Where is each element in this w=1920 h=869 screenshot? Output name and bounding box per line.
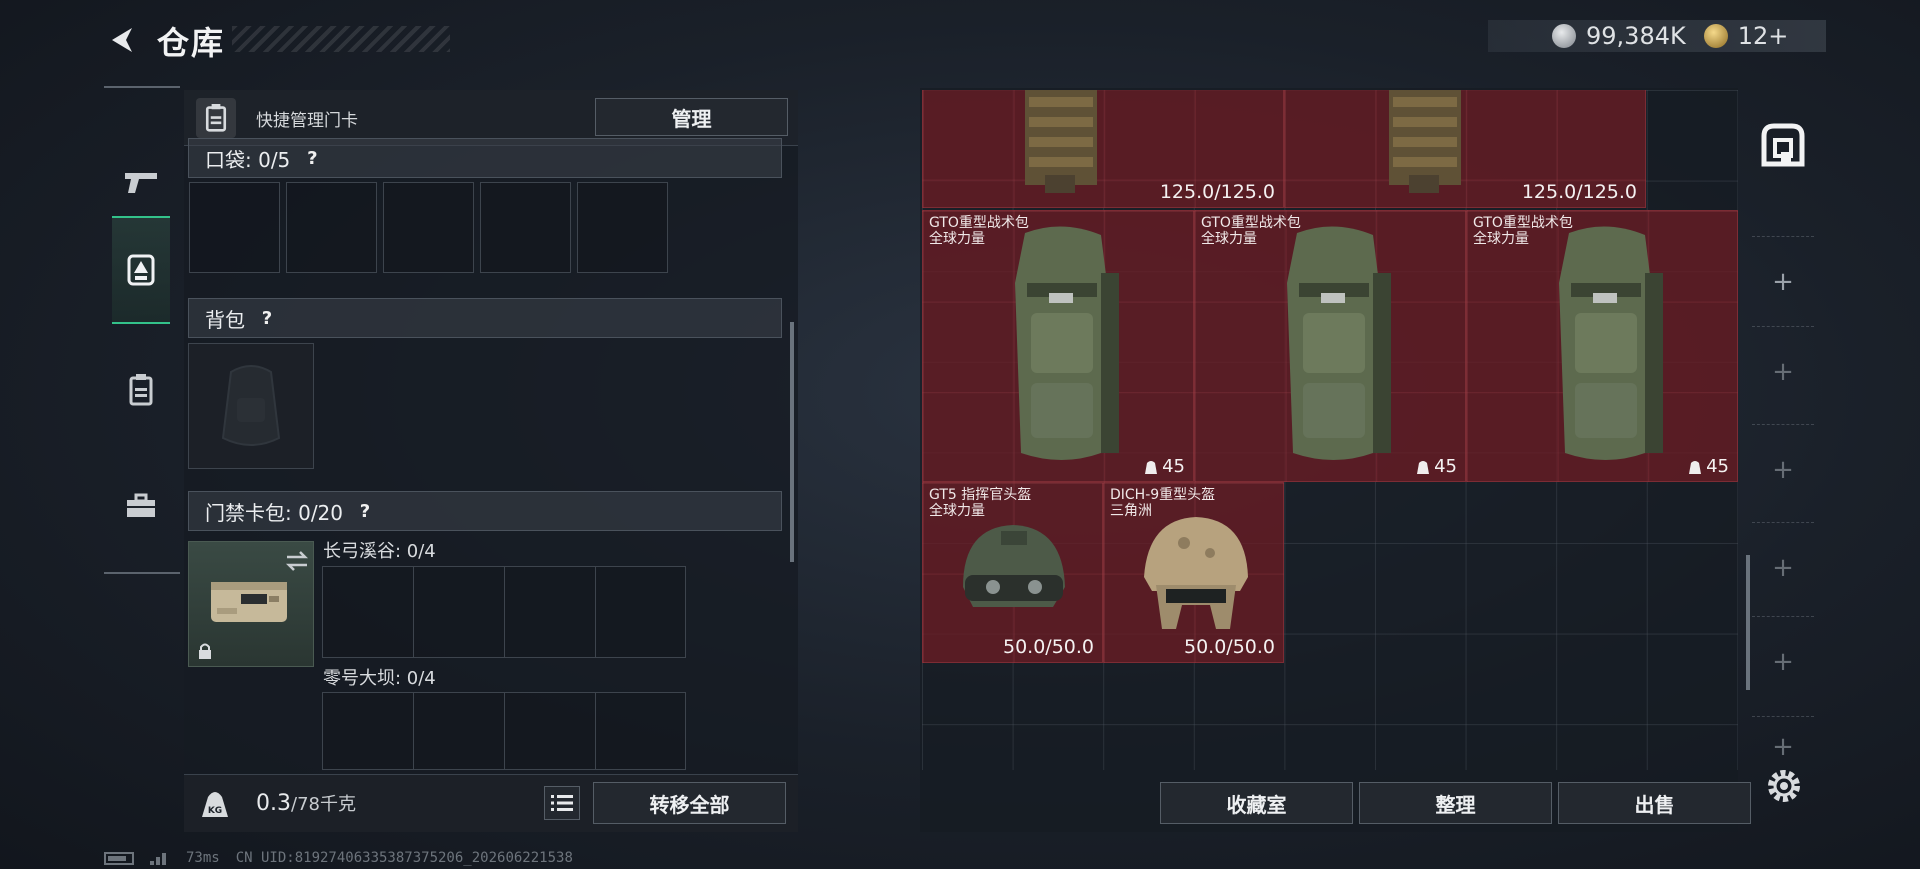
keycard-manage-icon — [196, 98, 236, 138]
signal-icon — [150, 853, 166, 865]
battery-icon — [104, 851, 134, 865]
card-slot-grid[interactable] — [322, 692, 686, 770]
storage-item-backpack[interactable]: GTO重型战术包 全球力量 45 — [1466, 210, 1738, 482]
gear-icon — [1768, 770, 1800, 802]
keycard-bag-item[interactable] — [188, 541, 314, 667]
swap-icon[interactable] — [285, 550, 309, 572]
keycard-bag-help-icon[interactable]: ? — [353, 499, 377, 523]
list-view-button[interactable] — [544, 786, 580, 820]
item-durability: 50.0/50.0 — [1002, 636, 1094, 658]
add-storage-tab-button[interactable]: + — [1752, 424, 1814, 514]
pistol-icon — [125, 173, 157, 193]
pocket-help-icon[interactable]: ? — [300, 146, 324, 170]
transfer-all-button[interactable]: 转移全部 — [593, 782, 786, 824]
silver-amount: 99,384K — [1586, 22, 1686, 50]
title-decoration — [232, 26, 450, 52]
backpack-help-icon[interactable]: ? — [255, 306, 279, 330]
card-slot-label: 零号大坝: 0/4 — [323, 668, 436, 689]
weight-capacity: /78千克 — [291, 794, 356, 815]
card-slot-label: 长弓溪谷: 0/4 — [323, 541, 436, 562]
safe-icon — [1761, 123, 1805, 167]
storage-tab-column: + + + + + + — [1752, 86, 1814, 786]
keycard-bag-label: 门禁卡包: 0/20 — [205, 500, 344, 525]
settings-button[interactable] — [1764, 766, 1804, 806]
status-bar: 73ms CN UID:819274063353873752​06_202606… — [104, 848, 573, 868]
backpack-capacity-icon — [1689, 460, 1702, 474]
storage-item-vest[interactable]: 125.0/125.0 — [1284, 90, 1646, 208]
tab-keycards[interactable] — [112, 336, 170, 444]
safe-box-tab[interactable] — [1760, 122, 1806, 168]
keycard-bag-header: 门禁卡包: 0/20 ? — [188, 491, 782, 531]
item-capacity: 45 — [1688, 456, 1729, 477]
lock-icon — [199, 643, 211, 659]
storage-grid[interactable]: 125.0/125.0 125.0/125.0 GTO重型战术包全球力量 45 — [922, 90, 1738, 770]
uid-text: CN UID:819274063353873752​06_20260622153… — [235, 850, 573, 866]
sort-button[interactable]: 整理 — [1359, 782, 1552, 824]
add-storage-tab-button[interactable]: + — [1752, 616, 1814, 706]
toolbox-icon — [127, 493, 155, 517]
backpack-placeholder-icon — [221, 365, 281, 446]
weight-readout: 0.3/78千克 — [256, 790, 356, 816]
gold-amount[interactable]: 12+ — [1738, 22, 1789, 50]
backpack-capacity-icon — [1145, 460, 1158, 474]
backpack-image — [1015, 226, 1119, 460]
manage-button[interactable]: 管理 — [595, 98, 788, 136]
weight-value: 0.3 — [256, 791, 291, 816]
add-storage-tab-button[interactable]: + — [1752, 326, 1814, 416]
pocket-label: 口袋: 0/5 — [205, 147, 291, 172]
keycard-icon — [205, 104, 227, 132]
gold-coin-icon — [1703, 24, 1728, 48]
storage-item-helmet[interactable]: GT5 指挥官头盔 全球力量 50.0/50.0 — [922, 482, 1103, 663]
storage-item-helmet[interactable]: DICH-9重型头盔 三角洲 50.0/50.0 — [1103, 482, 1284, 663]
back-button[interactable] — [100, 18, 144, 62]
item-capacity: 45 — [1416, 456, 1457, 477]
weight-icon: KG — [196, 784, 234, 822]
backpack-slot[interactable] — [188, 343, 314, 469]
tab-toolbox[interactable] — [112, 452, 170, 560]
list-icon — [551, 795, 573, 811]
storage-item-vest[interactable]: 125.0/125.0 — [922, 90, 1284, 208]
helmet-image — [1144, 517, 1248, 629]
item-durability: 125.0/125.0 — [1521, 181, 1637, 203]
add-storage-tab-button[interactable]: + — [1752, 236, 1814, 326]
backpack-header: 背包 ? — [188, 298, 782, 338]
storage-item-backpack[interactable]: GTO重型战术包 全球力量 45 — [922, 210, 1194, 482]
loadout-scrollbar[interactable] — [790, 322, 794, 562]
sell-button[interactable]: 出售 — [1558, 782, 1751, 824]
currency-bar: 99,384K 12+ — [1488, 20, 1826, 52]
card-slot-grid[interactable] — [322, 566, 686, 658]
svg-text:KG: KG — [208, 806, 222, 816]
tab-equipment[interactable] — [112, 216, 170, 324]
back-arrow-icon — [112, 28, 132, 52]
backpack-capacity-icon — [1417, 460, 1430, 474]
item-durability: 125.0/125.0 — [1159, 181, 1275, 203]
equipment-icon — [127, 254, 155, 286]
keycard-quick-manage-label: 快捷管理门卡 — [256, 111, 358, 131]
silver-coin-icon — [1552, 24, 1576, 48]
pocket-slot[interactable] — [480, 182, 571, 273]
pocket-slot[interactable] — [189, 182, 280, 273]
storage-item-backpack[interactable]: GTO重型战术包 全球力量 45 — [1194, 210, 1466, 482]
backpack-image — [1287, 226, 1391, 460]
backpack-label: 背包 — [205, 307, 245, 332]
add-storage-tab-button[interactable]: + — [1752, 522, 1814, 612]
backpack-image — [1559, 226, 1663, 460]
item-durability: 50.0/50.0 — [1183, 636, 1275, 658]
pocket-slot[interactable] — [286, 182, 377, 273]
category-tab-rail — [104, 86, 180, 574]
storage-scrollbar[interactable] — [1746, 555, 1750, 690]
ping-text: 73ms — [186, 850, 220, 866]
vest-image — [1025, 90, 1097, 193]
collection-room-button[interactable]: 收藏室 — [1160, 782, 1353, 824]
keycard-icon — [129, 374, 153, 406]
helmet-image — [963, 525, 1065, 607]
page-title: 仓库 — [157, 24, 226, 62]
item-name: GT5 指挥官头盔 全球力量 — [929, 487, 1032, 519]
vest-image — [1389, 90, 1461, 193]
pocket-slot[interactable] — [383, 182, 474, 273]
pocket-header: 口袋: 0/5 ? — [188, 138, 782, 178]
item-capacity: 45 — [1144, 456, 1185, 477]
pocket-slot[interactable] — [577, 182, 668, 273]
